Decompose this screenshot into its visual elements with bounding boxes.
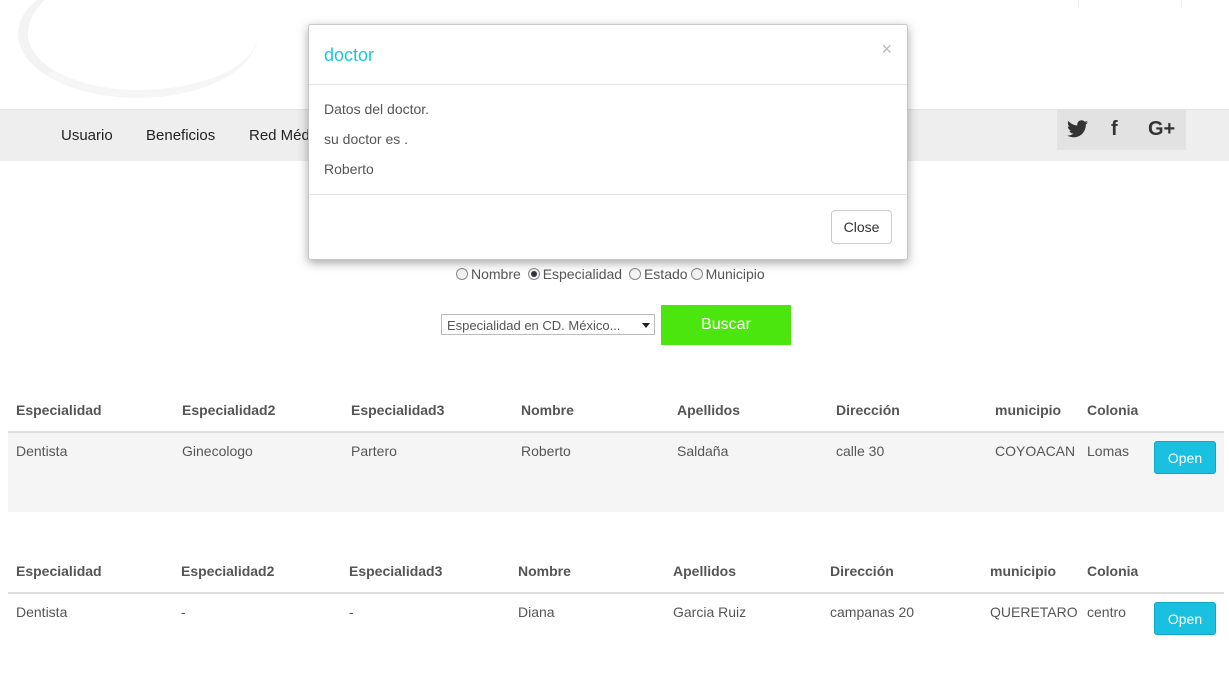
header-apellidos: Apellidos xyxy=(677,402,741,418)
header-colonia: Colonia xyxy=(1087,563,1139,579)
radio-municipio-label: Municipio xyxy=(705,266,765,282)
nav-item-beneficios[interactable]: Beneficios xyxy=(146,127,215,144)
radio-municipio[interactable] xyxy=(690,268,703,280)
search-button[interactable]: Buscar xyxy=(661,305,791,345)
cell-direccion: calle 30 xyxy=(836,443,885,459)
cell-colonia: Lomas xyxy=(1087,443,1130,459)
radio-nombre[interactable] xyxy=(456,268,468,280)
open-button[interactable]: Open xyxy=(1154,602,1216,635)
header-especialidad3: Especialidad3 xyxy=(349,563,443,579)
facebook-glyph: f xyxy=(1111,118,1118,140)
cell-apellidos: Garcia Ruiz xyxy=(673,604,747,620)
cell-especialidad: Dentista xyxy=(16,443,68,459)
nav-item-usuario[interactable]: Usuario xyxy=(61,127,113,144)
radio-especialidad-label: Especialidad xyxy=(542,266,623,282)
cell-especialidad2: Ginecologo xyxy=(182,443,253,459)
header-nombre: Nombre xyxy=(521,402,574,418)
cell-colonia: centro xyxy=(1087,604,1126,620)
cell-municipio: QUERETARO xyxy=(990,604,1078,620)
open-button[interactable]: Open xyxy=(1154,441,1216,474)
table-header: Especialidad Especialidad2 Especialidad3… xyxy=(8,393,1224,433)
modal-title: doctor xyxy=(324,45,375,65)
social-links: f G+ xyxy=(1057,110,1186,150)
header-nombre: Nombre xyxy=(518,563,571,579)
modal-header: doctor × xyxy=(309,25,907,85)
search-type-radios: Nombre Especialidad Estado Municipio xyxy=(456,266,768,282)
modal-line-heading: Datos del doctor. xyxy=(324,101,430,117)
header-especialidad2: Especialidad2 xyxy=(182,402,276,418)
modal-line-doctor-name: Roberto xyxy=(324,161,374,177)
cell-apellidos: Saldaña xyxy=(677,443,729,459)
cell-municipio: COYOACAN xyxy=(995,443,1076,459)
radio-estado[interactable] xyxy=(628,268,641,280)
chevron-down-icon xyxy=(642,323,650,328)
results-table-2: Especialidad Especialidad2 Especialidad3… xyxy=(8,554,1224,673)
google-plus-glyph: G+ xyxy=(1148,118,1176,140)
specialty-select[interactable]: Especialidad en CD. México... xyxy=(441,314,655,335)
logo xyxy=(18,0,258,98)
cell-especialidad2: - xyxy=(181,604,186,620)
close-icon[interactable]: × xyxy=(881,39,892,60)
table-row: Dentista - - Diana Garcia Ruiz campanas … xyxy=(8,594,1224,673)
header-decoration xyxy=(1078,0,1182,8)
header-municipio: municipio xyxy=(995,402,1062,418)
cell-especialidad3: Partero xyxy=(351,443,397,459)
modal-close-button[interactable]: Close xyxy=(831,210,892,244)
doctor-modal: doctor × Datos del doctor. su doctor es … xyxy=(308,24,908,260)
header-municipio: municipio xyxy=(990,563,1057,579)
table-header: Especialidad Especialidad2 Especialidad3… xyxy=(8,554,1224,594)
cell-especialidad3: - xyxy=(349,604,354,620)
header-especialidad: Especialidad xyxy=(16,563,102,579)
results-table-1: Especialidad Especialidad2 Especialidad3… xyxy=(8,393,1224,512)
google-plus-icon[interactable]: G+ xyxy=(1148,118,1175,141)
specialty-select-value: Especialidad en CD. México... xyxy=(447,318,621,333)
modal-line-doctor-is: su doctor es . xyxy=(324,131,409,147)
cell-direccion: campanas 20 xyxy=(830,604,915,620)
facebook-icon[interactable]: f xyxy=(1111,118,1118,141)
header-apellidos: Apellidos xyxy=(673,563,737,579)
header-especialidad3: Especialidad3 xyxy=(351,402,445,418)
header-direccion: Dirección xyxy=(836,402,900,418)
header-especialidad: Especialidad xyxy=(16,402,102,418)
radio-estado-label: Estado xyxy=(643,266,688,282)
header-direccion: Dirección xyxy=(830,563,894,579)
cell-especialidad: Dentista xyxy=(16,604,68,620)
cell-nombre: Diana xyxy=(518,604,555,620)
radio-especialidad[interactable] xyxy=(527,268,540,280)
table-row: Dentista Ginecologo Partero Roberto Sald… xyxy=(8,433,1224,512)
header-especialidad2: Especialidad2 xyxy=(181,563,275,579)
header-colonia: Colonia xyxy=(1087,402,1139,418)
twitter-icon[interactable] xyxy=(1067,118,1088,144)
cell-nombre: Roberto xyxy=(521,443,571,459)
modal-body: Datos del doctor. su doctor es . Roberto xyxy=(309,85,907,195)
radio-nombre-label: Nombre xyxy=(471,266,521,282)
